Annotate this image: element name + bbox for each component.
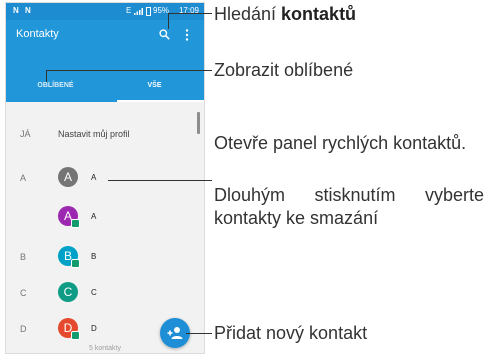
annotation-add-contact: Přidat nový kontakt [214, 323, 368, 343]
more-vert-icon[interactable] [185, 29, 189, 41]
section-letter: B [20, 252, 27, 262]
avatar-initial: A [63, 170, 72, 184]
contact-avatar[interactable]: D [58, 318, 80, 340]
account-badge-icon [71, 259, 80, 268]
battery-percent: 95% [153, 6, 170, 15]
set-profile-item[interactable]: Nastavit můj profil [58, 129, 130, 139]
contact-name[interactable]: B [91, 252, 96, 261]
contact-list: JÁ Nastavit můj profil A A A A A B B B C… [6, 102, 204, 353]
tab-bar: OBLÍBENÉ VŠE [6, 50, 204, 102]
callout-line-search [168, 13, 212, 14]
app-bar: Kontakty [6, 20, 204, 50]
contact-avatar[interactable]: C [58, 282, 78, 302]
section-letter: A [20, 173, 27, 183]
contact-avatar[interactable]: B [58, 246, 80, 268]
status-bar: N N E 95% 17:09 [6, 3, 204, 20]
annotation-favorites: Zobrazit oblíbené [214, 60, 354, 80]
avatar-initial: C [63, 285, 73, 299]
section-letter-me: JÁ [20, 129, 31, 139]
app-title: Kontakty [16, 28, 59, 40]
tab-all[interactable]: VŠE [105, 82, 204, 89]
contact-avatar[interactable]: A [58, 206, 80, 228]
section-letter: D [20, 324, 27, 334]
annotation-search-text: Hledání [214, 4, 282, 24]
annotation-search-bold: kontaktů [281, 4, 357, 24]
callout-line-add [186, 333, 212, 334]
annotation-long-press: Dlouhým stisknutím vyberte kontakty ke s… [214, 185, 484, 228]
contact-name[interactable]: A [91, 212, 96, 221]
annotation-quick-panel: Otevře panel rychlých kontaktů. [214, 133, 467, 153]
account-badge-icon [71, 219, 80, 228]
contact-name[interactable]: A [91, 173, 96, 182]
scrollbar-thumb[interactable] [197, 112, 200, 134]
phone-screenshot: N N E 95% 17:09 Kontakty OBLÍBENÉ VŠE JÁ… [6, 3, 204, 353]
callout-line-avatar [108, 180, 212, 181]
signal-icon [134, 8, 143, 15]
network-type: E [126, 6, 132, 15]
section-letter: C [20, 288, 27, 298]
callout-line-search-drop [168, 13, 169, 29]
account-badge-icon [71, 331, 80, 340]
contact-name[interactable]: C [91, 288, 97, 297]
callout-line-favorites [46, 70, 212, 71]
add-person-icon [167, 327, 183, 339]
battery-icon [146, 7, 151, 16]
tab-favorites[interactable]: OBLÍBENÉ [6, 82, 105, 89]
notification-icons: N N [13, 6, 33, 15]
contact-avatar[interactable]: A [58, 167, 78, 187]
search-icon[interactable] [159, 29, 170, 40]
contact-name[interactable]: D [91, 324, 97, 333]
callout-line-favorites-drop [46, 70, 47, 82]
annotation-search: Hledání kontaktů [214, 3, 484, 26]
